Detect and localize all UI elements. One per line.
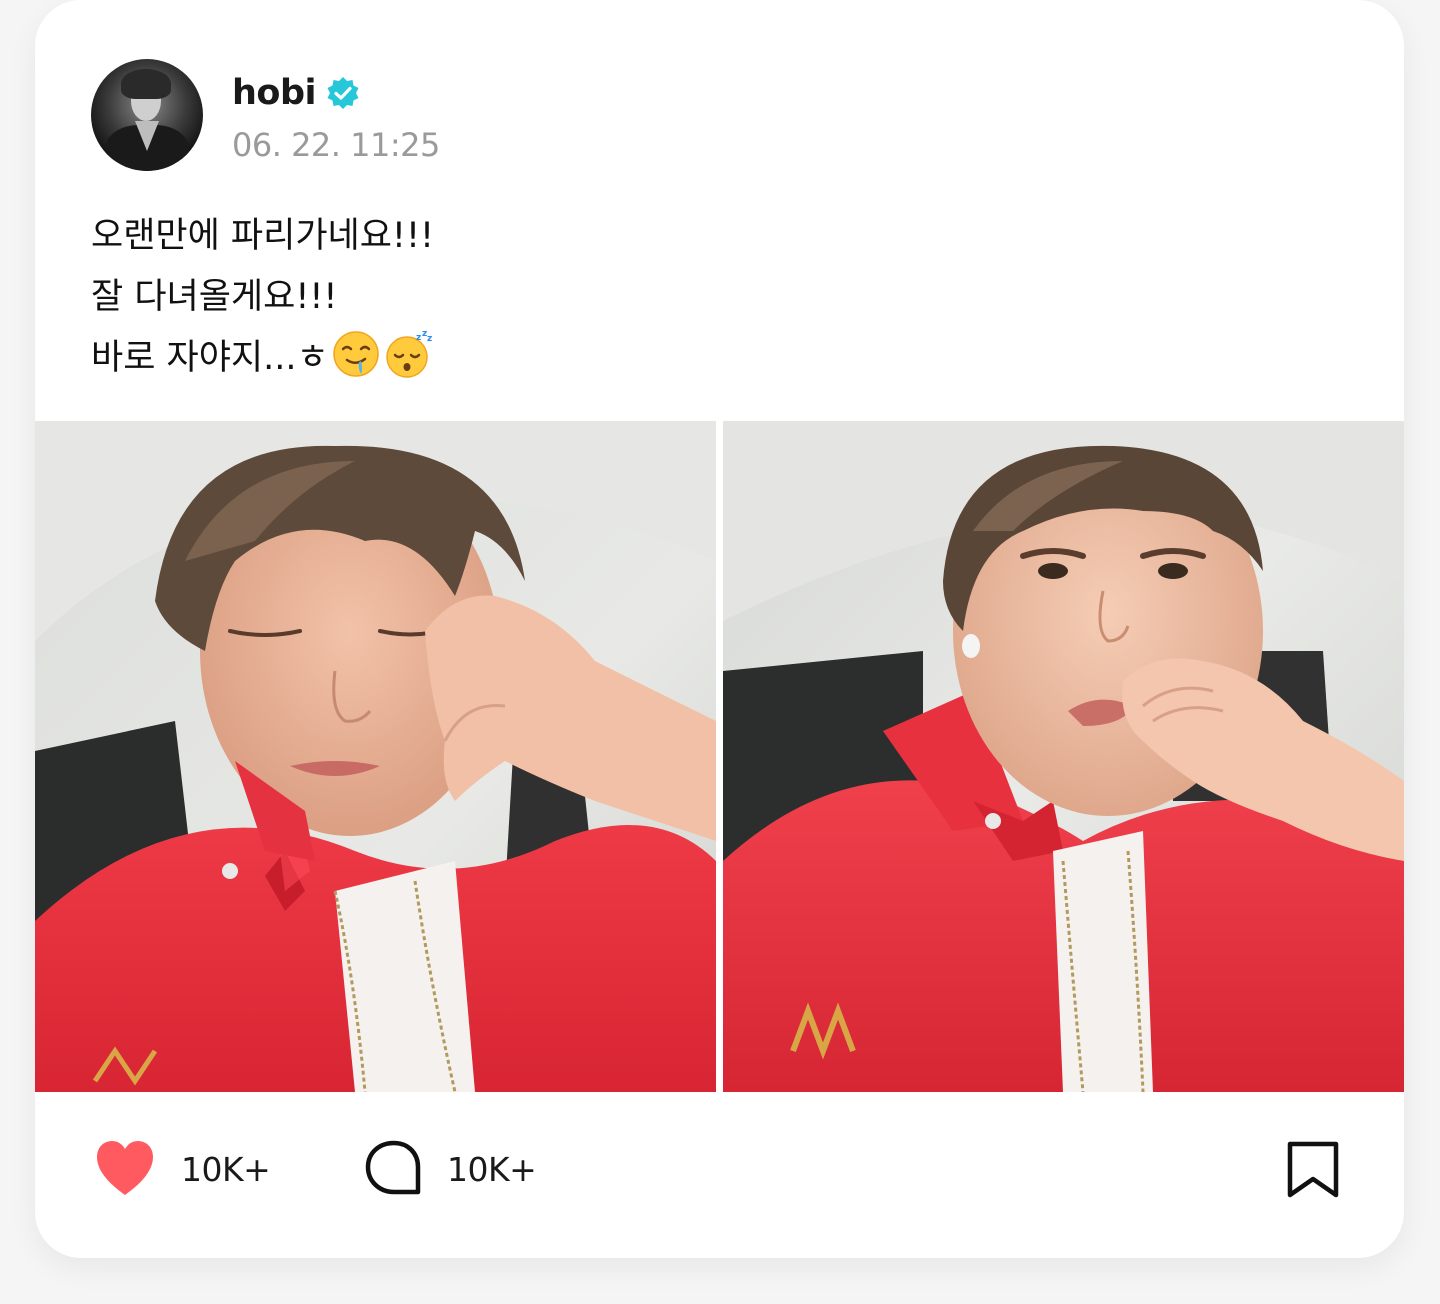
post-header: hobi 06. 22. 11:25 xyxy=(91,59,440,171)
post-text-line-with-emoji: 바로 자야지...ㅎ z z z xyxy=(91,328,434,389)
svg-text:z: z xyxy=(416,333,421,343)
verified-badge-icon xyxy=(327,77,359,109)
post-actions: 10K+ 10K+ xyxy=(35,1092,1404,1258)
post-body-text: 오랜만에 파리가네요!!! 잘 다녀올게요!!! 바로 자야지...ㅎ z z … xyxy=(91,206,434,389)
post-timestamp: 06. 22. 11:25 xyxy=(232,126,440,164)
heart-icon[interactable] xyxy=(93,1139,157,1199)
photo-gallery xyxy=(35,421,1404,1092)
post-card: hobi 06. 22. 11:25 오랜만에 파리가네요!!! 잘 다녀올게요… xyxy=(35,0,1404,1258)
avatar[interactable] xyxy=(91,59,203,171)
photo-sleeping-illustration xyxy=(35,421,716,1092)
like-action[interactable]: 10K+ xyxy=(93,1139,271,1199)
author-name[interactable]: hobi xyxy=(232,73,317,113)
author-meta: hobi 06. 22. 11:25 xyxy=(232,66,440,164)
post-text-line: 잘 다녀올게요!!! xyxy=(91,277,338,317)
author-name-row: hobi xyxy=(232,66,440,120)
post-text-line: 오랜만에 파리가네요!!! xyxy=(91,216,435,256)
post-text-line: 바로 자야지...ㅎ xyxy=(91,338,329,378)
bookmark-icon[interactable] xyxy=(1285,1139,1341,1201)
speech-bubble-icon[interactable] xyxy=(363,1139,423,1199)
post-photo-sleeping[interactable] xyxy=(35,421,716,1092)
svg-text:z: z xyxy=(427,334,432,344)
sleeping-face-emoji-icon: z z z xyxy=(385,329,432,378)
drooling-face-emoji-icon xyxy=(332,331,379,377)
photo-awake-illustration xyxy=(723,421,1404,1092)
bookmark-action[interactable] xyxy=(1285,1139,1341,1201)
comment-count: 10K+ xyxy=(447,1149,537,1189)
avatar-hair xyxy=(121,69,171,99)
like-count: 10K+ xyxy=(181,1149,271,1189)
comment-action[interactable]: 10K+ xyxy=(363,1139,537,1199)
post-photo-awake[interactable] xyxy=(723,421,1404,1092)
